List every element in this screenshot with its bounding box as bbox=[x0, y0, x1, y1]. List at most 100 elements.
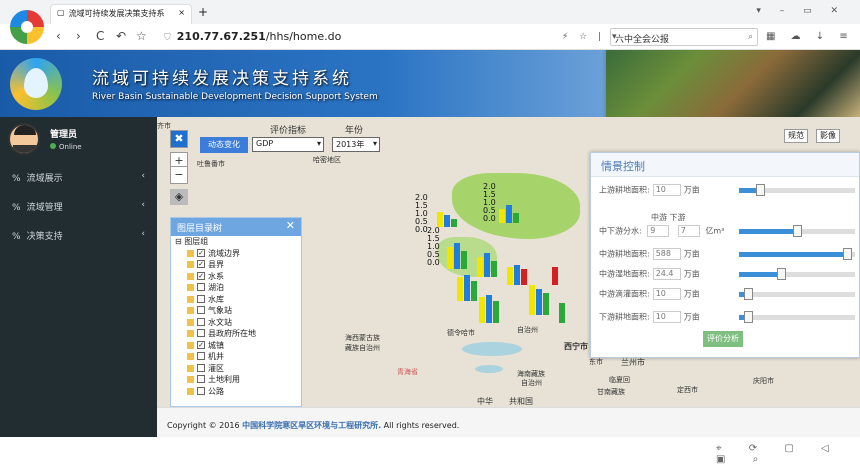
layer-item[interactable]: 县政府所在地 bbox=[171, 328, 301, 340]
scenario-row: 下游耕地面积: 10 万亩 bbox=[599, 311, 700, 323]
maptype-plan-button[interactable]: 规范 bbox=[784, 129, 808, 143]
evaluate-button[interactable]: 评价分析 bbox=[703, 331, 743, 347]
maptype-image-button[interactable]: 影像 bbox=[816, 129, 840, 143]
water-split-slider[interactable] bbox=[739, 225, 855, 237]
sidebar-item-label: 流域管理 bbox=[26, 203, 63, 213]
water-down-input[interactable]: 7 bbox=[677, 225, 700, 237]
layer-folder-icon bbox=[187, 376, 194, 383]
tab-close-icon[interactable]: × bbox=[178, 8, 185, 17]
map-view[interactable]: 评价指标 年份 动态变化 GDP ▾ 2013年 ▾ 规范 影像 ✖ + − ◈ 齐… bbox=[157, 117, 860, 407]
toolbar-icons[interactable]: ▦ ☁ ↓ ≡ bbox=[766, 31, 854, 42]
layer-item[interactable]: 水库 bbox=[171, 294, 301, 306]
map-bar bbox=[536, 289, 542, 315]
slider-knob[interactable] bbox=[744, 288, 754, 300]
layer-checkbox[interactable] bbox=[197, 386, 205, 395]
scenario-label: 中游耕地面积: bbox=[599, 249, 650, 259]
layer-checkbox[interactable]: ✓ bbox=[197, 260, 205, 268]
layer-checkbox[interactable]: ✓ bbox=[197, 248, 205, 257]
reload-icon[interactable]: C bbox=[96, 29, 104, 43]
sidebar-item-decision-support[interactable]: % 决策支持 ‹ bbox=[0, 222, 157, 250]
map-bar bbox=[454, 243, 460, 269]
copyright-prefix: Copyright © 2016 bbox=[167, 421, 243, 430]
layer-root[interactable]: ⊟ 图层组 bbox=[171, 236, 301, 248]
scale-tick: 0.0 bbox=[427, 258, 440, 267]
user-status: Online bbox=[50, 143, 82, 151]
dynamic-change-button[interactable]: 动态变化 bbox=[200, 137, 248, 153]
layer-label: 流域边界 bbox=[208, 248, 240, 258]
window-controls[interactable]: ▾ – ▭ ✕ bbox=[756, 6, 846, 16]
map-bar bbox=[552, 267, 558, 285]
scale-tick: 0.0 bbox=[483, 214, 496, 223]
year-label: 年份 bbox=[345, 126, 364, 136]
browser-tab[interactable]: ▢ 流域可持续发展决策支持系 × bbox=[50, 4, 192, 24]
layer-item[interactable]: 湖泊 bbox=[171, 282, 301, 294]
layer-item[interactable]: 公路 bbox=[171, 386, 301, 398]
scenario-input[interactable]: 10 bbox=[652, 311, 681, 323]
layer-checkbox[interactable]: ✓ bbox=[197, 271, 205, 280]
layer-label: 县界 bbox=[208, 260, 224, 269]
undo-icon[interactable]: ↶ bbox=[116, 29, 126, 43]
tool-close-icon[interactable]: ✖ bbox=[170, 130, 188, 148]
layer-checkbox[interactable] bbox=[197, 294, 205, 303]
layer-checkbox[interactable] bbox=[197, 306, 205, 314]
bookmark-star-icon[interactable]: ☆ bbox=[136, 29, 147, 43]
scenario-slider[interactable] bbox=[739, 248, 855, 260]
forward-icon[interactable]: › bbox=[76, 29, 81, 43]
layer-item[interactable]: ✓ 水系 bbox=[171, 271, 301, 283]
layer-item[interactable]: 灌区 bbox=[171, 363, 301, 375]
slider-knob[interactable] bbox=[755, 184, 765, 196]
indicator-label: 评价指标 bbox=[270, 126, 307, 136]
map-bar bbox=[499, 209, 505, 223]
layer-item[interactable]: 土地利用 bbox=[171, 374, 301, 386]
layer-label: 湖泊 bbox=[208, 283, 224, 292]
map-bar bbox=[457, 277, 463, 301]
layer-checkbox[interactable] bbox=[197, 317, 205, 326]
sidebar-item-basin-management[interactable]: % 流域管理 ‹ bbox=[0, 193, 157, 221]
zoom-out-button[interactable]: − bbox=[170, 166, 188, 184]
layer-checkbox[interactable] bbox=[197, 352, 205, 360]
scenario-unit: 万亩 bbox=[683, 185, 700, 195]
slider-knob[interactable] bbox=[842, 248, 852, 260]
scenario-input[interactable]: 10 bbox=[652, 184, 681, 196]
layer-item[interactable]: 机井 bbox=[171, 351, 301, 363]
layer-checkbox[interactable] bbox=[197, 375, 205, 383]
close-icon[interactable]: ✕ bbox=[286, 219, 295, 232]
address-bar[interactable]: ⛉ 210.77.67.251/hhs/home.do bbox=[160, 28, 550, 46]
scenario-input[interactable]: 24.4 bbox=[652, 268, 681, 280]
new-tab-button[interactable]: + bbox=[198, 5, 208, 19]
slider-knob[interactable] bbox=[793, 225, 802, 237]
scenario-slider[interactable] bbox=[739, 288, 855, 300]
layer-label: 水库 bbox=[208, 294, 224, 304]
layer-checkbox[interactable] bbox=[197, 283, 205, 291]
layer-item[interactable]: 水文站 bbox=[171, 317, 301, 329]
layer-checkbox[interactable]: ✓ bbox=[197, 340, 205, 349]
scenario-input[interactable]: 10 bbox=[652, 288, 681, 300]
copyright-org[interactable]: 中国科学院寒区旱区环境与工程研究所. bbox=[242, 421, 381, 430]
slider-knob[interactable] bbox=[744, 311, 754, 323]
search-icon[interactable]: ⌕ bbox=[748, 32, 753, 42]
place-label: 齐市 bbox=[157, 122, 171, 130]
layers-icon[interactable]: ◈ bbox=[170, 189, 188, 205]
layer-folder-icon bbox=[187, 272, 194, 280]
layer-folder-icon bbox=[187, 284, 194, 291]
search-input[interactable]: 六中全会公报 ⌕ bbox=[610, 28, 758, 46]
indicator-select[interactable]: GDP ▾ bbox=[252, 137, 324, 152]
back-icon[interactable]: ‹ bbox=[56, 29, 61, 43]
sidebar-item-basin-display[interactable]: % 流域展示 ‹ bbox=[0, 164, 157, 192]
slider-knob[interactable] bbox=[776, 268, 786, 280]
browser-logo-icon[interactable] bbox=[10, 10, 44, 44]
panel-title: 情景控制 bbox=[591, 153, 859, 177]
scenario-slider[interactable] bbox=[739, 268, 855, 280]
layer-item[interactable]: ✓ 城镇 bbox=[171, 340, 301, 352]
scenario-input[interactable]: 588 bbox=[652, 248, 681, 260]
scenario-slider[interactable] bbox=[739, 184, 855, 196]
layer-checkbox[interactable] bbox=[197, 363, 205, 372]
status-icons[interactable]: ⌖ ⟳ ▢ ◁ ▣ ⌕ bbox=[716, 443, 860, 465]
scenario-slider[interactable] bbox=[739, 311, 855, 323]
layer-checkbox[interactable] bbox=[197, 329, 205, 337]
layer-item[interactable]: 气象站 bbox=[171, 305, 301, 317]
layer-item[interactable]: ✓ 县界 bbox=[171, 259, 301, 271]
layer-item[interactable]: ✓ 流域边界 bbox=[171, 248, 301, 260]
water-mid-input[interactable]: 9 bbox=[647, 225, 670, 237]
year-select[interactable]: 2013年 ▾ bbox=[332, 137, 380, 152]
